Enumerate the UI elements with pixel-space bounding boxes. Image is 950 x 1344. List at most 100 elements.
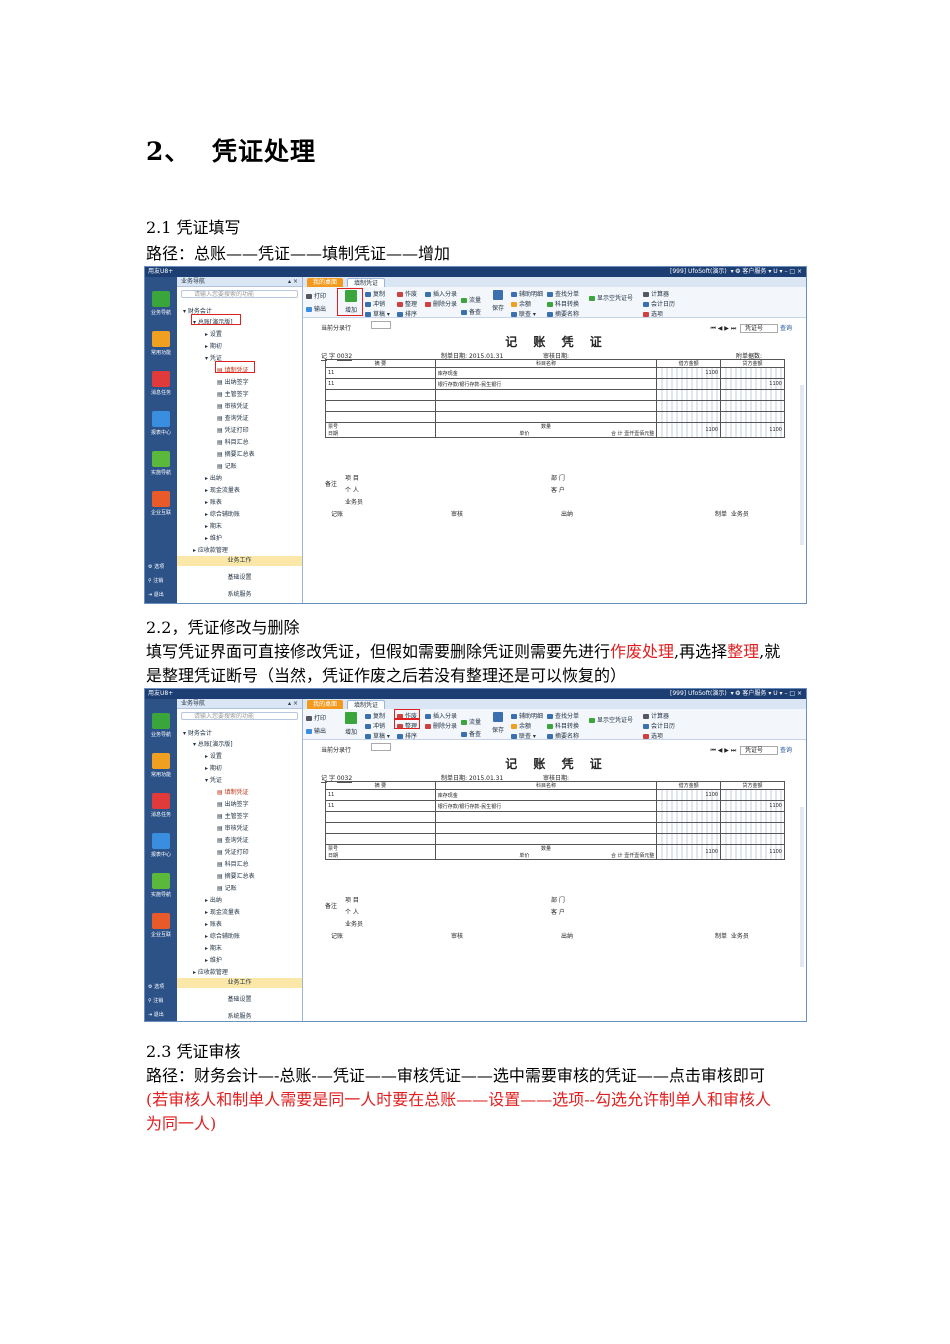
cell-subject[interactable]: 银行存款/银行存款-民生银行 [434,800,658,812]
draft-button[interactable]: 草稿 ▾ [365,731,390,740]
nav-enterprise[interactable]: 企业互联 [148,491,174,516]
tree-leaf[interactable]: ▤ 凭证打印 [217,425,249,434]
nav-business[interactable]: 业务导航 [148,291,174,316]
table-row[interactable] [325,389,785,401]
output-button[interactable]: 输出 [306,304,326,313]
save-button[interactable]: 保存 [491,290,505,312]
calculator-button[interactable]: 计算器 [643,711,669,720]
table-row[interactable] [325,811,785,823]
cell-subject[interactable]: 库存现金 [434,789,658,801]
sort-button[interactable]: 排序 [397,309,417,318]
summary-name-button[interactable]: 摘要名称 [547,309,579,318]
tree-leaf[interactable]: ▤ 主管签字 [217,389,249,398]
show-empty-button[interactable]: 显示空凭证号 [589,715,633,724]
tree-leaf[interactable]: ▤ 出纳签字 [217,377,249,386]
tidy-button[interactable]: 整理 [397,299,417,308]
nav-common[interactable]: 常用功能 [148,753,174,778]
cell-debit[interactable] [656,800,722,812]
tree-node[interactable]: ▸ 期初 [205,341,222,350]
exit-link[interactable]: ⇥ 退出 [148,591,164,598]
tree-node[interactable]: ▸ 综合辅助账 [205,509,240,518]
cancel-button[interactable]: 冲销 [365,299,385,308]
void-button[interactable]: 作废 [397,289,417,298]
contact-button[interactable]: 联查 ▾ [511,731,536,740]
footer-system[interactable]: 系统服务 [177,1012,302,1021]
footer-business[interactable]: 业务工作 [177,978,302,988]
nav-messages[interactable]: 消息任务 [148,371,174,396]
contact-button[interactable]: 联查 ▾ [511,309,536,318]
nav-implement[interactable]: 实施导航 [148,873,174,898]
tree-node[interactable]: ▸ 账表 [205,919,222,928]
remark-button[interactable]: 备查 [461,729,481,738]
calculator-button[interactable]: 计算器 [643,289,669,298]
pin-close-icon[interactable]: ▴ × [288,277,298,287]
add-button[interactable]: 增加 [341,712,361,736]
cell-summary[interactable]: 11 [325,367,436,379]
tree-node[interactable]: ▸ 现金流量表 [205,907,240,916]
query-link[interactable]: 查询 [780,325,792,332]
footer-basic[interactable]: 基础设置 [177,573,302,583]
cell-summary[interactable]: 11 [325,800,436,812]
search-input[interactable]: 请输入您要搜索的功能 [181,290,298,298]
logout-link[interactable]: ⚲ 注销 [148,577,163,584]
flow-button[interactable]: 流量 [461,717,481,726]
current-line-input[interactable] [371,743,391,751]
tree-leaf[interactable]: ▤ 科目汇总 [217,437,249,446]
subject-convert-button[interactable]: 科目转换 [547,721,579,730]
tree-node[interactable]: ▸ 应收款管理 [193,545,228,554]
nav-enterprise[interactable]: 企业互联 [148,913,174,938]
tree-node[interactable]: ▸ 期末 [205,521,222,530]
tree-leaf[interactable]: ▤ 科目汇总 [217,859,249,868]
save-button[interactable]: 保存 [491,712,505,734]
options-link[interactable]: ⚙ 选项 [148,983,164,990]
tree-node[interactable]: ▸ 出纳 [205,473,222,482]
tree-node[interactable]: ▸ 设置 [205,751,222,760]
tree-leaf-fill[interactable]: ▤ 填制凭证 [217,787,249,796]
flow-button[interactable]: 流量 [461,295,481,304]
voucher-search[interactable]: ⏮ ◀ ▶ ⏭ 凭证号 查询 [710,745,792,755]
tree-node[interactable]: ▸ 综合辅助账 [205,931,240,940]
copy-button[interactable]: 复制 [365,289,385,298]
nav-common[interactable]: 常用功能 [148,331,174,356]
remark-button[interactable]: 备查 [461,307,481,316]
delete-button[interactable]: 删除分录 [425,299,457,308]
cell-summary[interactable]: 11 [325,789,436,801]
voucher-search[interactable]: ⏮ ◀ ▶ ⏭ 凭证号 查询 [710,323,792,333]
table-row[interactable]: 11 银行存款/银行存款-民生银行 1100 [325,378,785,390]
tree-root[interactable]: ▾ 财务会计 [183,728,212,737]
tab-desktop[interactable]: 我的桌面 [307,700,344,709]
tab-fill-voucher[interactable]: 填制凭证 [347,700,386,709]
tree-leaf[interactable]: ▤ 查询凭证 [217,835,249,844]
tree-leaf[interactable]: ▤ 审核凭证 [217,401,249,410]
tree-node[interactable]: ▸ 期初 [205,763,222,772]
cell-debit[interactable] [656,378,722,390]
tab-desktop[interactable]: 我的桌面 [307,278,344,287]
table-row[interactable] [325,400,785,412]
find-split-button[interactable]: 查找分单 [547,289,579,298]
cell-credit[interactable]: 1100 [720,800,785,812]
tree-node[interactable]: ▸ 出纳 [205,895,222,904]
tree-node[interactable]: ▸ 设置 [205,329,222,338]
window-controls[interactable]: ▾ ❂ 客户服务 ▾ U ▾ – □ × [731,690,802,697]
subject-convert-button[interactable]: 科目转换 [547,299,579,308]
output-button[interactable]: 输出 [306,726,326,735]
logout-link[interactable]: ⚲ 注销 [148,997,163,1004]
options-button[interactable]: 选项 [643,731,663,740]
insert-button[interactable]: 插入分录 [425,711,457,720]
tree-node[interactable]: ▸ 期末 [205,943,222,952]
balance-button[interactable]: 余额 [511,299,531,308]
tree-leaf[interactable]: ▤ 摘要汇总表 [217,449,255,458]
tree-leaf[interactable]: ▤ 查询凭证 [217,413,249,422]
vertical-scrollbar[interactable] [800,385,804,545]
tree-node[interactable]: ▸ 账表 [205,497,222,506]
cell-credit[interactable] [720,789,785,801]
tab-fill-voucher[interactable]: 填制凭证 [347,278,386,287]
print-button[interactable]: 打印 [306,291,326,300]
cell-subject[interactable]: 库存现金 [434,367,658,379]
summary-name-button[interactable]: 摘要名称 [547,731,579,740]
cell-subject[interactable]: 银行存款/银行存款-民生银行 [434,378,658,390]
table-row[interactable]: 11 银行存款/银行存款-民生银行 1100 [325,800,785,812]
tree-leaf[interactable]: ▤ 出纳签字 [217,799,249,808]
show-empty-button[interactable]: 显示空凭证号 [589,293,633,302]
tree-leaf[interactable]: ▤ 审核凭证 [217,823,249,832]
